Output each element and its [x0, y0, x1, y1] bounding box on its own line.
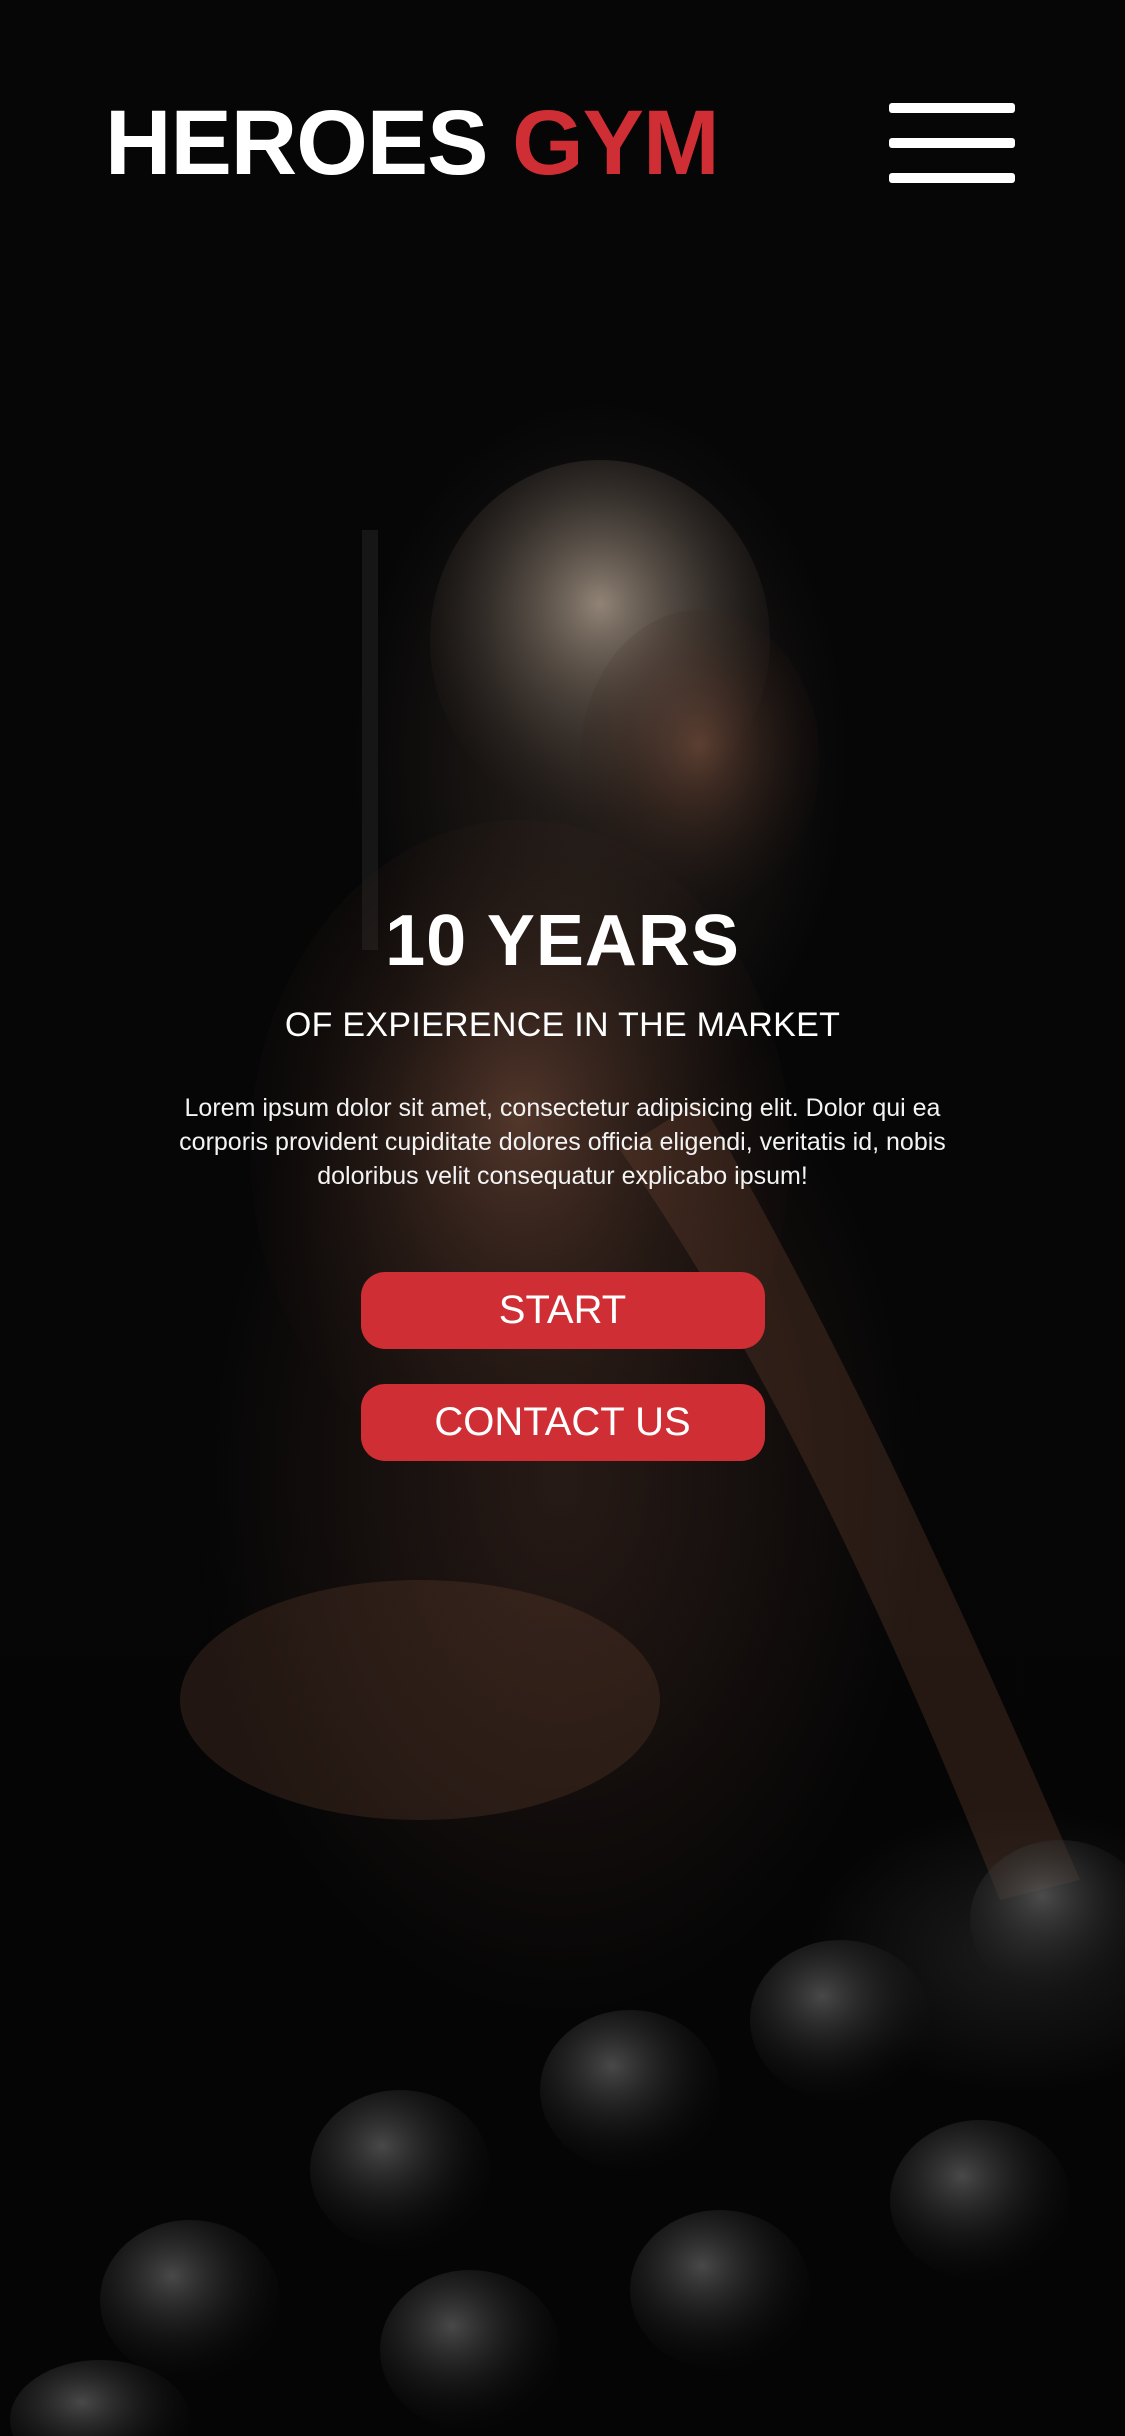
menu-line [889, 173, 1015, 183]
hero-headline: 10 YEARS [385, 901, 740, 981]
logo-primary-text: HEROES [105, 92, 489, 194]
brand-logo[interactable]: HEROES GYM [105, 97, 720, 189]
hamburger-menu-icon[interactable] [889, 103, 1015, 183]
app-screen: HEROES GYM 10 YEARS OF EXPIERENCE IN THE… [0, 0, 1125, 2436]
menu-line [889, 138, 1015, 148]
top-navigation: HEROES GYM [105, 88, 1015, 198]
start-button[interactable]: START [360, 1271, 765, 1349]
logo-accent-text: GYM [512, 92, 720, 194]
contact-us-button[interactable]: CONTACT US [360, 1383, 765, 1461]
hero-section: 10 YEARS OF EXPIERENCE IN THE MARKET Lor… [0, 905, 1125, 1461]
hero-subheadline: OF EXPIERENCE IN THE MARKET [284, 1006, 841, 1044]
hero-description: Lorem ipsum dolor sit amet, consectetur … [179, 1094, 946, 1190]
menu-line [889, 103, 1015, 113]
